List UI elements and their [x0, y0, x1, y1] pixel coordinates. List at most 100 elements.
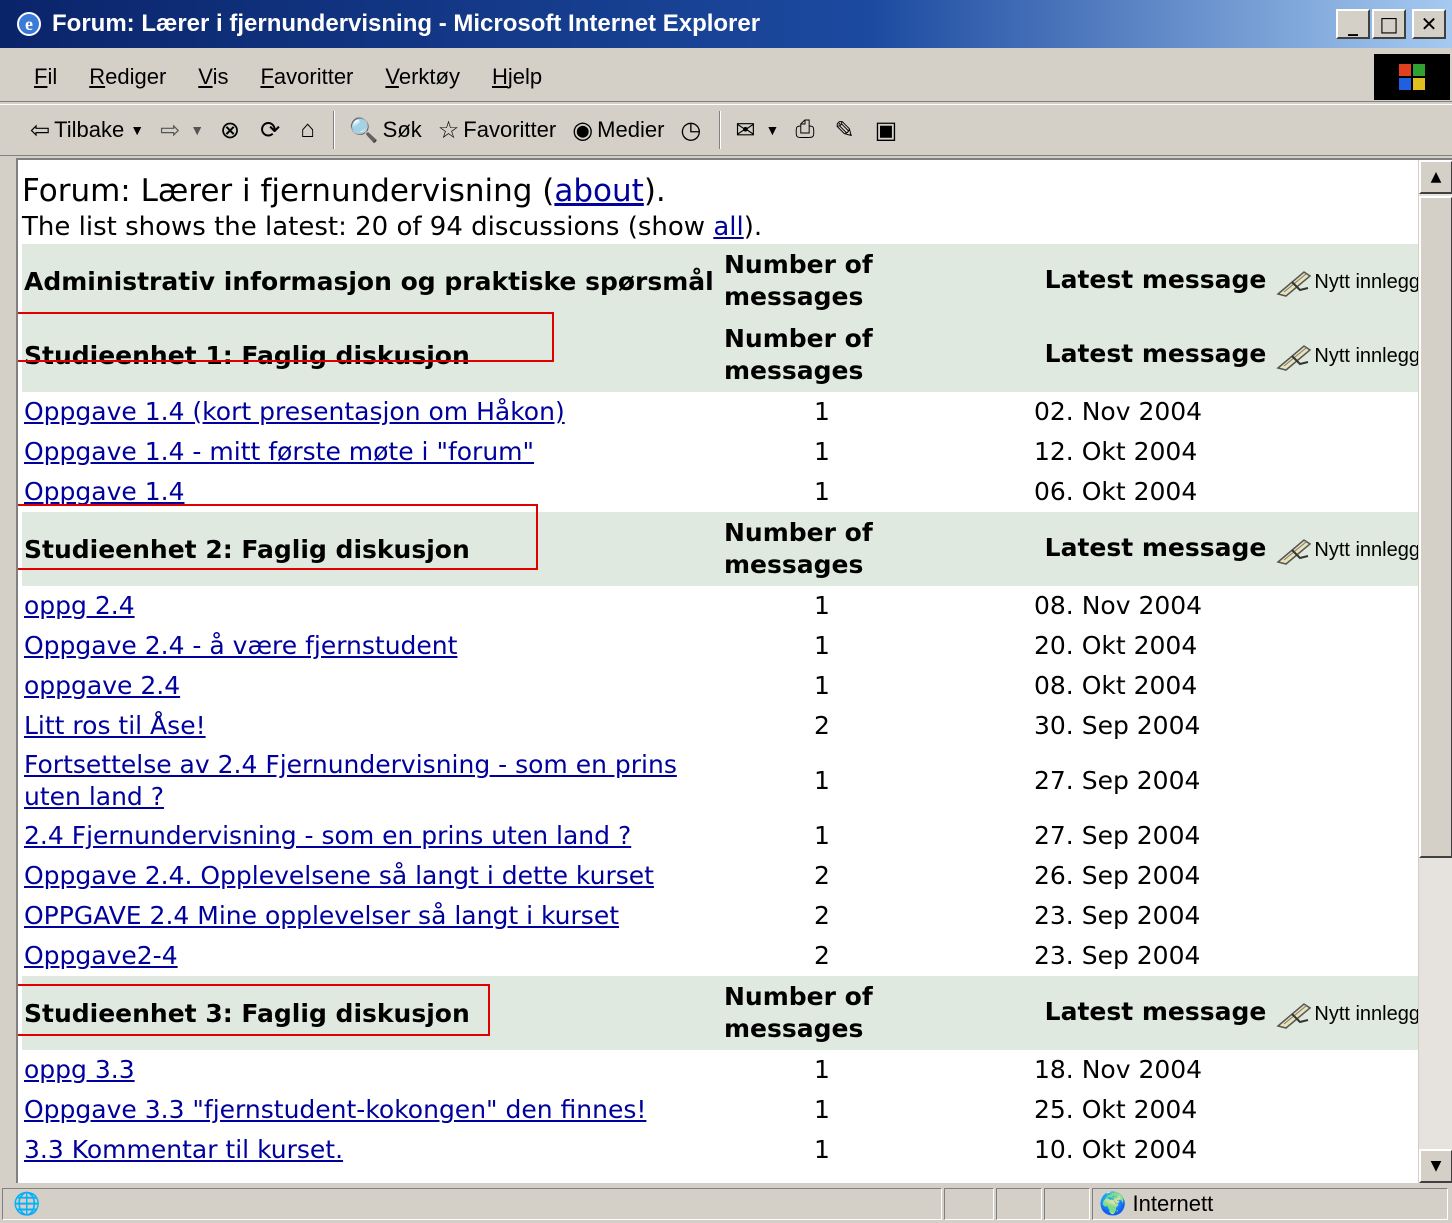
- maximize-button[interactable]: □: [1372, 9, 1406, 39]
- thread-link[interactable]: 3.3 Kommentar til kurset.: [24, 1135, 343, 1164]
- message-count: 1: [814, 671, 830, 700]
- close-button[interactable]: ✕: [1412, 9, 1446, 39]
- discuss-icon: ▣: [874, 116, 898, 144]
- mail-dropdown-icon[interactable]: ▼: [765, 122, 779, 138]
- thread-row: oppg 2.4 1 08. Nov 2004: [22, 586, 1420, 626]
- thread-link[interactable]: oppg 2.4: [24, 591, 135, 620]
- refresh-button[interactable]: ⟳: [252, 108, 292, 152]
- home-icon: ⌂: [300, 116, 315, 143]
- about-link[interactable]: about: [554, 173, 643, 209]
- thread-row: OPPGAVE 2.4 Mine opplevelser så langt i …: [22, 896, 1420, 936]
- menu-fil[interactable]: Fil: [0, 64, 73, 90]
- latest-label: Latest message: [1044, 533, 1267, 562]
- search-button[interactable]: 🔍 Søk: [341, 108, 430, 152]
- search-icon: 🔍: [348, 116, 379, 144]
- quill-pen-icon: [1266, 1002, 1314, 1029]
- latest-date: 30. Sep 2004: [1034, 711, 1201, 740]
- thread-subject-cell: Oppgave 3.3 "fjernstudent-kokongen" den …: [22, 1090, 722, 1130]
- latest-date: 27. Sep 2004: [1034, 766, 1201, 795]
- thread-link[interactable]: 2.4 Fjernundervisning - som en prins ute…: [24, 821, 631, 850]
- new-post-link[interactable]: Nytt innlegg: [1266, 270, 1420, 297]
- menu-vis[interactable]: Vis: [182, 64, 244, 90]
- thread-link[interactable]: Oppgave 1.4 - mitt første møte i "forum": [24, 437, 534, 466]
- latest-date: 08. Nov 2004: [1034, 591, 1203, 620]
- media-label: Medier: [597, 117, 665, 142]
- minimize-button[interactable]: _: [1336, 9, 1370, 39]
- list-info: The list shows the latest: 20 of 94 disc…: [22, 210, 1422, 244]
- thread-subject-cell: Oppgave 2.4 - å være fjernstudent: [22, 626, 722, 666]
- menu-favoritter[interactable]: Favoritter: [244, 64, 369, 90]
- list-info-suffix: ).: [743, 212, 763, 242]
- show-all-link[interactable]: all: [713, 212, 743, 242]
- menu-hjelp[interactable]: Hjelp: [476, 64, 558, 90]
- history-button[interactable]: ◷: [672, 108, 713, 152]
- forward-button[interactable]: ⇨ ▼: [152, 108, 212, 152]
- thread-link[interactable]: Oppgave 2.4. Opplevelsene så langt i det…: [24, 861, 654, 890]
- page-title-text: Forum: Lærer i fjernundervisning (: [22, 173, 555, 209]
- thread-link[interactable]: Oppgave2-4: [24, 941, 178, 970]
- thread-subject-cell: Oppgave2-4: [22, 936, 722, 976]
- message-count: 1: [814, 821, 830, 850]
- stop-button[interactable]: ⊗: [212, 108, 252, 152]
- quill-pen-icon: [1266, 538, 1314, 565]
- latest-column-header: Latest message Nytt innlegg: [922, 512, 1420, 586]
- latest-date: 02. Nov 2004: [1034, 397, 1203, 426]
- scroll-down-button[interactable]: ▼: [1419, 1149, 1452, 1183]
- message-count: 2: [814, 941, 830, 970]
- print-button[interactable]: ⎙: [787, 108, 826, 152]
- thread-link[interactable]: oppgave 2.4: [24, 671, 180, 700]
- windows-logo-icon: [1374, 54, 1450, 100]
- latest-date: 25. Okt 2004: [1034, 1095, 1198, 1124]
- forward-dropdown-icon[interactable]: ▼: [190, 122, 204, 138]
- menu-rediger[interactable]: Rediger: [73, 64, 182, 90]
- thread-link[interactable]: Oppgave 1.4 (kort presentasjon om Håkon): [24, 397, 565, 426]
- mail-button[interactable]: ✉ ▼: [727, 108, 787, 152]
- edit-button[interactable]: ✎: [827, 108, 867, 152]
- home-button[interactable]: ⌂: [292, 108, 327, 152]
- back-label: Tilbake: [54, 117, 125, 142]
- window-titlebar[interactable]: e Forum: Lærer i fjernundervisning - Mic…: [0, 0, 1452, 48]
- thread-subject-cell: Oppgave 2.4. Opplevelsene så langt i det…: [22, 856, 722, 896]
- scrollbar-thumb[interactable]: [1419, 196, 1452, 858]
- thread-row: Oppgave 1.4 (kort presentasjon om Håkon)…: [22, 392, 1420, 432]
- menu-verktoy[interactable]: Verktøy: [369, 64, 476, 90]
- thread-row: Fortsettelse av 2.4 Fjernundervisning - …: [22, 746, 1420, 816]
- thread-subject-cell: oppg 2.4: [22, 586, 722, 626]
- annotation-box: [18, 504, 538, 570]
- scroll-up-button[interactable]: ▲: [1419, 160, 1452, 194]
- thread-row: 2.4 Fjernundervisning - som en prins ute…: [22, 816, 1420, 856]
- latest-date: 23. Sep 2004: [1034, 941, 1201, 970]
- back-button[interactable]: ⇦ Tilbake ▼: [0, 108, 152, 152]
- thread-subject-cell: Oppgave 1.4 - mitt første møte i "forum": [22, 432, 722, 472]
- thread-subject-cell: 2.4 Fjernundervisning - som en prins ute…: [22, 816, 722, 856]
- back-dropdown-icon[interactable]: ▼: [130, 122, 144, 138]
- quill-pen-icon: [1266, 344, 1314, 371]
- thread-link[interactable]: Oppgave 3.3 "fjernstudent-kokongen" den …: [24, 1095, 646, 1124]
- thread-link[interactable]: Fortsettelse av 2.4 Fjernundervisning - …: [24, 750, 677, 811]
- new-post-label: Nytt innlegg: [1314, 271, 1420, 293]
- media-button[interactable]: ◉ Medier: [564, 108, 672, 152]
- count-column-header: Number of messages: [722, 244, 922, 318]
- latest-label: Latest message: [1044, 339, 1267, 368]
- count-column-header: Number of messages: [722, 512, 922, 586]
- maximize-icon: □: [1379, 12, 1399, 36]
- thread-link[interactable]: Oppgave 2.4 - å være fjernstudent: [24, 631, 457, 660]
- thread-link[interactable]: OPPGAVE 2.4 Mine opplevelser så langt i …: [24, 901, 619, 930]
- message-count: 1: [814, 477, 830, 506]
- thread-row: oppg 3.3 1 18. Nov 2004: [22, 1050, 1420, 1090]
- favorites-star-icon: ☆: [437, 116, 460, 144]
- thread-link[interactable]: oppg 3.3: [24, 1055, 135, 1084]
- thread-subject-cell: OPPGAVE 2.4 Mine opplevelser så langt i …: [22, 896, 722, 936]
- discuss-button[interactable]: ▣: [867, 108, 910, 152]
- latest-label: Latest message: [1044, 997, 1267, 1026]
- thread-link[interactable]: Oppgave 1.4: [24, 477, 185, 506]
- page-title-suffix: ).: [643, 173, 666, 209]
- new-post-link[interactable]: Nytt innlegg: [1266, 538, 1420, 565]
- new-post-link[interactable]: Nytt innlegg: [1266, 344, 1420, 371]
- toolbar-separator: [332, 111, 335, 149]
- vertical-scrollbar[interactable]: ▲ ▼: [1418, 160, 1452, 1183]
- new-post-link[interactable]: Nytt innlegg: [1266, 1002, 1420, 1029]
- favorites-button[interactable]: ☆ Favoritter: [430, 108, 564, 152]
- security-zone: 🌍 Internett: [1092, 1188, 1448, 1220]
- thread-link[interactable]: Litt ros til Åse!: [24, 711, 206, 740]
